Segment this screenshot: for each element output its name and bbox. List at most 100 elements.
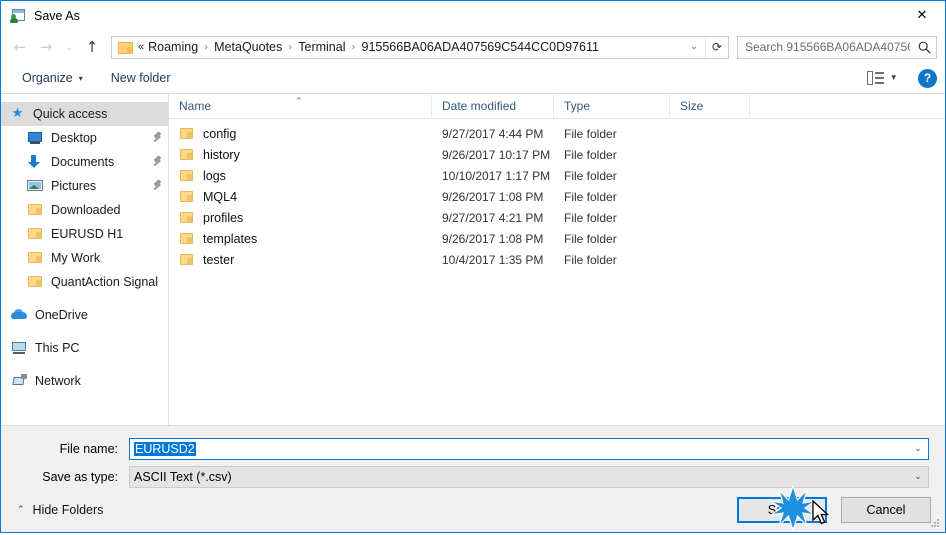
chevron-down-icon[interactable]: ▾: [891, 73, 896, 83]
search-input[interactable]: [738, 40, 912, 54]
file-name-label: File name:: [59, 442, 118, 456]
cancel-button[interactable]: Cancel: [841, 497, 931, 523]
breadcrumb: « Roaming › MetaQuotes › Terminal › 9155…: [138, 40, 683, 54]
table-row[interactable]: history 9/26/2017 10:17 PM File folder: [169, 144, 945, 165]
folder-icon: [27, 250, 44, 266]
folder-icon: [179, 211, 195, 225]
sidebar-item-this-pc[interactable]: This PC: [1, 336, 168, 360]
sidebar-item-label: OneDrive: [35, 308, 88, 322]
chevron-down-icon[interactable]: ⌄: [683, 37, 705, 58]
save-as-dialog: Save As ✕ ← → ⌄ ↑ « Roaming › MetaQuotes…: [0, 0, 946, 533]
table-row[interactable]: config 9/27/2017 4:44 PM File folder: [169, 123, 945, 144]
file-name-input[interactable]: EURUSD2 ⌄: [129, 438, 929, 460]
organize-button[interactable]: Organize ▾: [15, 68, 90, 88]
close-icon[interactable]: ✕: [899, 1, 945, 30]
breadcrumb-item-terminal[interactable]: Terminal: [296, 40, 347, 54]
save-button[interactable]: Save: [737, 497, 827, 523]
chevron-down-icon: ▾: [78, 73, 83, 83]
organize-label: Organize: [22, 71, 73, 85]
search-box[interactable]: [737, 35, 937, 59]
sidebar-item-label: Quick access: [33, 107, 108, 121]
table-row[interactable]: profiles 9/27/2017 4:21 PM File folder: [169, 207, 945, 228]
file-type-cell: File folder: [564, 189, 617, 204]
sidebar-item-desktop[interactable]: Desktop: [1, 126, 168, 150]
app-icon: [10, 8, 26, 24]
search-icon[interactable]: [912, 37, 936, 58]
new-folder-button[interactable]: New folder: [104, 68, 178, 88]
column-header-date-modified[interactable]: Date modified: [432, 94, 554, 118]
new-folder-label: New folder: [110, 71, 171, 85]
folder-icon: [179, 190, 195, 204]
pin-icon[interactable]: [152, 180, 164, 192]
forward-icon[interactable]: →: [33, 35, 59, 59]
help-icon[interactable]: ?: [918, 68, 937, 88]
sidebar-item-my-work[interactable]: My Work: [1, 246, 168, 270]
sidebar-item-network[interactable]: Network: [1, 369, 168, 393]
sidebar-item-label: EURUSD H1: [51, 227, 124, 241]
table-row[interactable]: templates 9/26/2017 1:08 PM File folder: [169, 228, 945, 249]
file-name-cell: templates: [169, 232, 432, 246]
breadcrumb-item-metaquotes[interactable]: MetaQuotes: [212, 40, 284, 54]
title-bar: Save As ✕: [1, 1, 945, 31]
sidebar-item-label: Documents: [51, 155, 115, 169]
file-date-cell: 10/4/2017 1:35 PM: [442, 252, 544, 267]
file-date-cell: 9/27/2017 4:44 PM: [442, 126, 544, 141]
pin-icon[interactable]: [152, 132, 164, 144]
sidebar-item-downloaded[interactable]: Downloaded: [1, 198, 168, 222]
breadcrumb-item-roaming[interactable]: Roaming: [146, 40, 200, 54]
save-as-type-label: Save as type:: [42, 470, 118, 484]
breadcrumb-item-terminal-id[interactable]: 915566BA06ADA407569C544CC0D97611: [360, 40, 601, 54]
sidebar-item-label: This PC: [35, 341, 80, 355]
hide-folders-button[interactable]: ⌃ Hide Folders: [13, 500, 107, 520]
column-header-type[interactable]: Type: [554, 94, 670, 118]
column-header-label: Name: [179, 98, 212, 113]
column-header-size[interactable]: Size: [670, 94, 750, 118]
folder-icon: [27, 202, 44, 218]
file-name-label: templates: [203, 231, 258, 246]
chevron-down-icon[interactable]: ⌄: [908, 472, 928, 482]
breadcrumb-root[interactable]: «: [138, 41, 146, 53]
sidebar-item-quick-access[interactable]: ★ Quick access: [1, 102, 168, 126]
file-name-cell: logs: [169, 169, 432, 183]
file-name-selected-text[interactable]: EURUSD2: [134, 442, 196, 456]
breadcrumb-separator: ›: [288, 41, 293, 53]
window-title: Save As: [34, 9, 80, 23]
hide-folders-label: Hide Folders: [32, 503, 104, 517]
chevron-up-icon: ⌃: [17, 505, 25, 515]
folder-icon: [118, 41, 133, 54]
breadcrumb-separator: ›: [204, 41, 209, 53]
file-name-value[interactable]: EURUSD2: [130, 442, 908, 456]
sidebar-item-label: Network: [35, 374, 81, 388]
file-type-cell: File folder: [564, 210, 617, 225]
sidebar-item-quantaction-signal[interactable]: QuantAction Signal: [1, 270, 168, 294]
sidebar-item-documents[interactable]: Documents: [1, 150, 168, 174]
column-header-name[interactable]: ⌃ Name: [169, 94, 432, 118]
resize-grip[interactable]: [931, 519, 941, 529]
sidebar-item-eurusd-h1[interactable]: EURUSD H1: [1, 222, 168, 246]
save-as-type-select[interactable]: ASCII Text (*.csv) ⌄: [129, 466, 929, 488]
dialog-content: ★ Quick access Desktop Documents Picture…: [1, 94, 945, 425]
save-as-type-value: ASCII Text (*.csv): [134, 470, 232, 484]
address-bar[interactable]: « Roaming › MetaQuotes › Terminal › 9155…: [111, 35, 729, 59]
file-type-cell: File folder: [564, 126, 617, 141]
pin-icon[interactable]: [152, 156, 164, 168]
back-icon[interactable]: ←: [7, 35, 33, 59]
sidebar-item-onedrive[interactable]: OneDrive: [1, 303, 168, 327]
sidebar-item-pictures[interactable]: Pictures: [1, 174, 168, 198]
sidebar-item-label: QuantAction Signal: [51, 275, 159, 289]
file-name-cell: history: [169, 148, 432, 162]
up-icon[interactable]: ↑: [79, 35, 105, 59]
sort-ascending-icon: ⌃: [295, 96, 303, 107]
list-view-icon: [867, 71, 885, 85]
breadcrumb-separator: ›: [351, 41, 356, 53]
documents-icon: [27, 154, 44, 170]
chevron-down-icon[interactable]: ⌄: [908, 444, 928, 454]
refresh-icon[interactable]: ⟳: [705, 36, 728, 58]
folder-icon: [179, 127, 195, 141]
table-row[interactable]: logs 10/10/2017 1:17 PM File folder: [169, 165, 945, 186]
view-mode-button[interactable]: ▾: [861, 69, 902, 87]
table-row[interactable]: tester 10/4/2017 1:35 PM File folder: [169, 249, 945, 270]
table-row[interactable]: MQL4 9/26/2017 1:08 PM File folder: [169, 186, 945, 207]
save-form: File name: EURUSD2 ⌄ Save as type: ASCII…: [1, 425, 945, 488]
recent-locations-icon[interactable]: ⌄: [59, 35, 79, 59]
